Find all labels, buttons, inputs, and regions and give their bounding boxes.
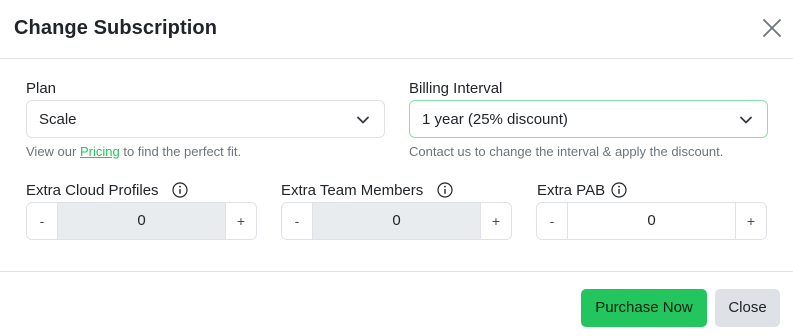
info-icon[interactable] <box>172 182 188 198</box>
close-icon[interactable] <box>761 17 783 39</box>
chevron-down-icon <box>357 116 369 124</box>
plan-help-prefix: View our <box>26 144 77 159</box>
extra-cloud-profiles-input[interactable]: 0 <box>58 203 225 239</box>
plan-label: Plan <box>26 80 57 97</box>
extra-team-members-stepper: - 0 + <box>281 202 512 240</box>
extra-pab-stepper: - 0 + <box>536 202 767 240</box>
billing-interval-select[interactable]: 1 year (25% discount) <box>409 100 768 138</box>
extra-cloud-profiles-stepper: - 0 + <box>26 202 257 240</box>
chevron-down-icon <box>740 116 752 124</box>
increment-button[interactable]: + <box>480 203 511 239</box>
billing-interval-value: 1 year (25% discount) <box>422 111 568 128</box>
pricing-link[interactable]: Pricing <box>80 144 120 159</box>
decrement-button[interactable]: - <box>537 203 568 239</box>
extra-team-members-input[interactable]: 0 <box>313 203 480 239</box>
plan-select-value: Scale <box>39 111 77 128</box>
plan-help-text: View our Pricing to find the perfect fit… <box>26 144 241 159</box>
billing-help-text: Contact us to change the interval & appl… <box>409 144 724 159</box>
extra-team-members-label: Extra Team Members <box>281 182 424 199</box>
plan-select[interactable]: Scale <box>26 100 385 138</box>
plan-help-suffix: to find the perfect fit. <box>123 144 242 159</box>
close-button[interactable]: Close <box>715 289 780 327</box>
extra-pab-label: Extra PAB <box>537 182 606 199</box>
footer-divider <box>0 271 793 272</box>
modal-title: Change Subscription <box>14 17 218 39</box>
decrement-button[interactable]: - <box>27 203 58 239</box>
info-icon[interactable] <box>437 182 453 198</box>
extra-pab-input[interactable]: 0 <box>568 203 735 239</box>
extra-cloud-profiles-label: Extra Cloud Profiles <box>26 182 159 199</box>
billing-interval-label: Billing Interval <box>409 80 503 97</box>
modal-header: Change Subscription <box>0 0 793 59</box>
purchase-now-button[interactable]: Purchase Now <box>581 289 707 327</box>
info-icon[interactable] <box>611 182 627 198</box>
decrement-button[interactable]: - <box>282 203 313 239</box>
increment-button[interactable]: + <box>735 203 766 239</box>
increment-button[interactable]: + <box>225 203 256 239</box>
